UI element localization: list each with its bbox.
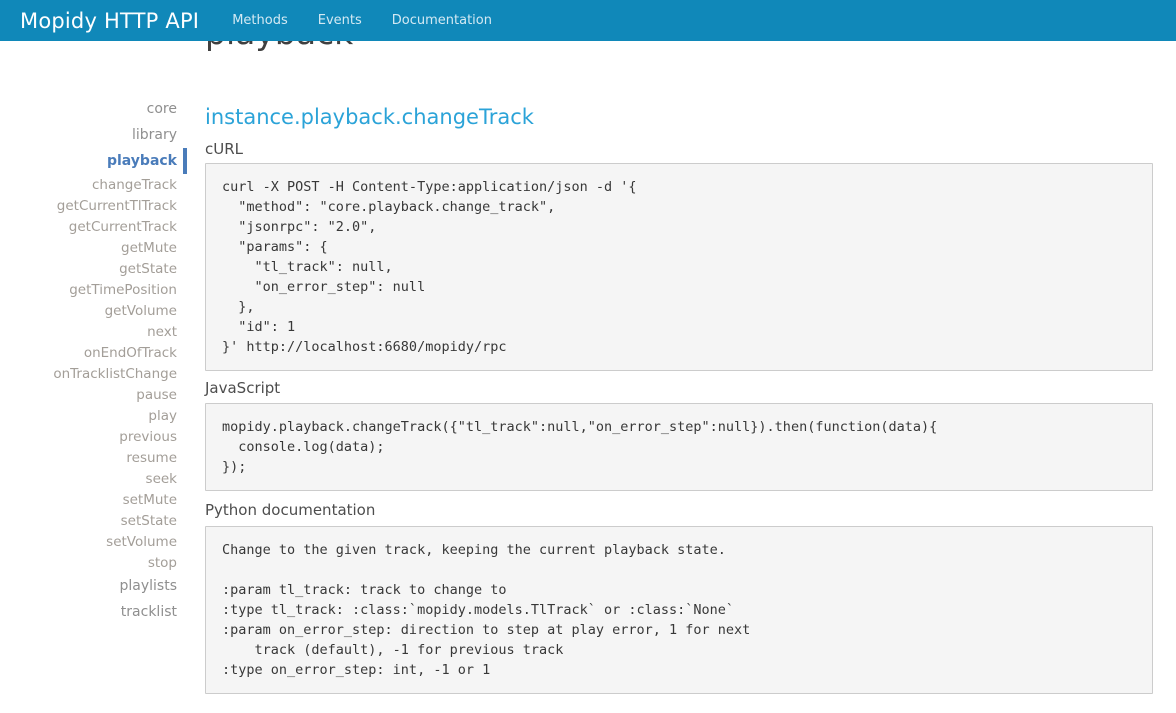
nav-item-methods[interactable]: Methods: [232, 13, 288, 28]
sidebar-item-stop[interactable]: stop: [0, 552, 187, 573]
sidebar-item-getmute[interactable]: getMute: [0, 237, 187, 258]
sidebar-item-changetrack[interactable]: changeTrack: [0, 174, 187, 195]
top-header-bar: Mopidy HTTP API Methods Events Documenta…: [0, 0, 1176, 41]
sidebar-item-next[interactable]: next: [0, 321, 187, 342]
nav-item-documentation[interactable]: Documentation: [392, 13, 492, 28]
sidebar-nav: core library playback changeTrack getCur…: [0, 96, 187, 625]
method-title-link[interactable]: instance.playback.changeTrack: [205, 104, 1153, 130]
sidebar-item-core[interactable]: core: [0, 96, 187, 122]
code-block-python-documentation[interactable]: Change to the given track, keeping the c…: [205, 526, 1153, 694]
sidebar-item-getcurrenttltrack[interactable]: getCurrentTlTrack: [0, 195, 187, 216]
sidebar-item-pause[interactable]: pause: [0, 384, 187, 405]
sidebar-item-setvolume[interactable]: setVolume: [0, 531, 187, 552]
sidebar-item-resume[interactable]: resume: [0, 447, 187, 468]
section-label-javascript: JavaScript: [205, 379, 1153, 397]
section-label-python-documentation: Python documentation: [205, 501, 1153, 519]
sidebar-item-play[interactable]: play: [0, 405, 187, 426]
sidebar-item-setmute[interactable]: setMute: [0, 489, 187, 510]
sidebar-item-ontracklistchange[interactable]: onTracklistChange: [0, 363, 187, 384]
brand-title[interactable]: Mopidy HTTP API: [20, 9, 199, 33]
sidebar-item-library[interactable]: library: [0, 122, 187, 148]
code-block-javascript[interactable]: mopidy.playback.changeTrack({"tl_track":…: [205, 403, 1153, 491]
sidebar-item-playback[interactable]: playback: [0, 148, 187, 174]
sidebar-item-getstate[interactable]: getState: [0, 258, 187, 279]
section-label-curl: cURL: [205, 140, 1153, 158]
code-block-curl[interactable]: curl -X POST -H Content-Type:application…: [205, 163, 1153, 371]
sidebar-item-setstate[interactable]: setState: [0, 510, 187, 531]
nav-item-events[interactable]: Events: [318, 13, 362, 28]
sidebar-item-onendoftrack[interactable]: onEndOfTrack: [0, 342, 187, 363]
sidebar-item-playlists[interactable]: playlists: [0, 573, 187, 599]
top-nav: Methods Events Documentation: [232, 13, 522, 28]
sidebar-item-getcurrenttrack[interactable]: getCurrentTrack: [0, 216, 187, 237]
sidebar-item-gettimeposition[interactable]: getTimePosition: [0, 279, 187, 300]
main-content: playback instance.playback.changeTrack c…: [205, 0, 1153, 694]
sidebar-item-seek[interactable]: seek: [0, 468, 187, 489]
sidebar-item-getvolume[interactable]: getVolume: [0, 300, 187, 321]
sidebar-item-tracklist[interactable]: tracklist: [0, 599, 187, 625]
sidebar-item-previous[interactable]: previous: [0, 426, 187, 447]
